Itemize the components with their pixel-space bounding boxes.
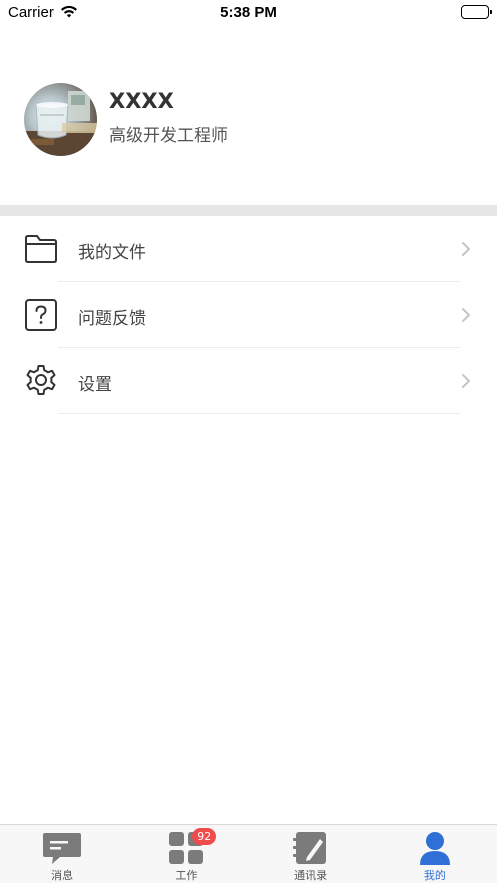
profile-icon (417, 831, 453, 869)
divider (58, 413, 460, 414)
unread-count-badge: 92 (192, 828, 217, 845)
menu-item-my-files[interactable]: 我的文件 (0, 216, 497, 282)
contacts-icon (292, 831, 329, 869)
settings-menu: 我的文件 问题反馈 设置 (0, 216, 497, 414)
tab-label: 我的 (423, 869, 446, 882)
tab-bar: 消息 92 工作 通讯录 我的 (0, 824, 497, 883)
tab-messages[interactable]: 消息 (0, 825, 124, 883)
tab-label: 通讯录 (294, 869, 328, 882)
avatar[interactable] (24, 83, 97, 156)
tab-work[interactable]: 92 工作 (124, 825, 248, 883)
chevron-right-icon (461, 373, 471, 393)
profile-header[interactable]: XXXX 高级开发工程师 (0, 60, 497, 205)
menu-item-settings[interactable]: 设置 (0, 348, 497, 414)
status-time: 5:38 PM (220, 4, 277, 21)
tab-label: 消息 (51, 869, 74, 882)
tab-contacts[interactable]: 通讯录 (249, 825, 373, 883)
tab-label: 工作 (175, 869, 198, 882)
section-separator (0, 205, 497, 216)
status-bar: Carrier 5:38 PM (0, 0, 497, 26)
menu-item-label: 问题反馈 (78, 309, 146, 329)
menu-item-feedback[interactable]: 问题反馈 (0, 282, 497, 348)
menu-item-label: 设置 (78, 375, 112, 395)
user-name: XXXX (109, 89, 174, 113)
user-job-title: 高级开发工程师 (109, 126, 228, 146)
message-icon (42, 831, 82, 869)
question-icon (23, 298, 59, 332)
menu-item-label: 我的文件 (78, 243, 146, 263)
chevron-right-icon (461, 307, 471, 327)
tab-mine[interactable]: 我的 (373, 825, 497, 883)
profile-screen: Carrier 5:38 PM XXXX 高级开发工程师 我的文件 问题反馈 设… (0, 0, 497, 883)
chevron-right-icon (461, 241, 471, 261)
gear-icon (23, 364, 59, 398)
folder-icon (23, 232, 59, 266)
battery-icon (461, 5, 492, 19)
